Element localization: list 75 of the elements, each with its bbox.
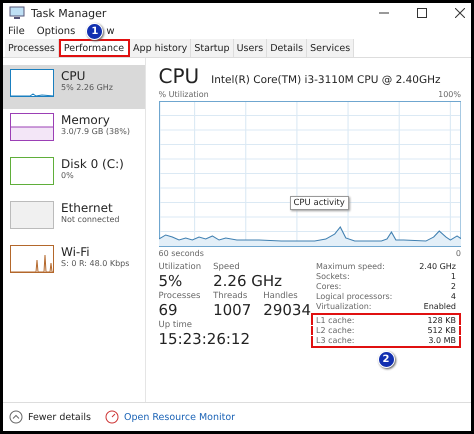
mini-graph xyxy=(10,113,54,141)
sidebar-item-detail: 5% 2.26 GHz xyxy=(61,83,114,92)
sidebar-item-name: Wi-Fi xyxy=(61,245,91,259)
sidebar-item-detail: 0% xyxy=(61,171,75,180)
spec-label: Virtualization: xyxy=(316,302,372,311)
spec-label: L1 cache: xyxy=(316,316,354,325)
spec-value: 3.0 MB xyxy=(428,336,456,345)
stat-value: 69 xyxy=(158,301,179,320)
tab[interactable]: Processes xyxy=(5,39,59,57)
spec-label: L2 cache: xyxy=(316,326,354,335)
step-badge: 2 xyxy=(378,351,394,368)
mini-graph xyxy=(10,245,54,273)
monitor-icon xyxy=(9,6,25,20)
stat-label: Processes xyxy=(158,291,202,301)
close-icon[interactable] xyxy=(455,8,465,18)
stat-value: 15:23:26:12 xyxy=(158,330,252,349)
stat-label: Utilization xyxy=(158,262,202,272)
spec-label: L3 cache: xyxy=(316,336,354,345)
stat-value: 2.26 GHz xyxy=(213,272,284,291)
tab[interactable]: Services xyxy=(307,39,354,57)
tab[interactable]: App history xyxy=(130,39,192,57)
gauge-icon xyxy=(104,410,119,424)
menu-item[interactable]: w xyxy=(105,26,116,36)
spec-label: Logical processors: xyxy=(316,292,392,301)
spec-value: 2 xyxy=(450,282,456,291)
stat-value: 1007 xyxy=(213,301,252,320)
stat-label: Threads xyxy=(213,291,248,301)
maximize-icon[interactable] xyxy=(417,8,427,18)
stat-label: Handles xyxy=(263,291,299,301)
spec-value: 512 KB xyxy=(427,326,456,335)
tab[interactable]: Details xyxy=(267,39,308,57)
sidebar-item-detail: Not connected xyxy=(61,215,120,224)
chevron-up-icon xyxy=(9,410,23,424)
sidebar-item-name: Disk 0 (C:) xyxy=(61,157,124,171)
sidebar-item-detail: 3.0/7.9 GB (38%) xyxy=(61,127,130,136)
graph-axis-label: % Utilization xyxy=(158,90,209,99)
mini-graph xyxy=(10,69,54,97)
spec-value: 1 xyxy=(450,272,456,281)
spec-label: Maximum speed: xyxy=(316,262,385,271)
tab[interactable]: Performance xyxy=(58,39,130,57)
spec-label: Cores: xyxy=(316,282,342,291)
stat-value: 29034 xyxy=(263,301,311,320)
graph-axis-label: 100% xyxy=(438,90,461,99)
sidebar-item-name: Memory xyxy=(61,113,111,127)
sidebar-item[interactable]: CPU 5% 2.26 GHz xyxy=(3,65,144,109)
spec-value: 128 KB xyxy=(427,316,456,325)
fewer-details-button[interactable]: Fewer details xyxy=(9,410,91,424)
step-badge: 1 xyxy=(86,22,104,40)
spec-value: 2.40 GHz xyxy=(419,262,456,271)
sidebar-item[interactable]: Memory 3.0/7.9 GB (38%) xyxy=(3,109,144,153)
graph-axis-label: 0 xyxy=(456,249,461,258)
sidebar-item-name: CPU xyxy=(61,69,86,83)
graph-axis-label: 60 seconds xyxy=(158,249,204,258)
resource-monitor-link[interactable]: Open Resource Monitor xyxy=(104,410,236,424)
stat-label: Up time xyxy=(158,320,194,330)
sidebar-item-name: Ethernet xyxy=(61,201,114,215)
menu-item[interactable]: Options xyxy=(36,26,76,36)
window-title: Task Manager xyxy=(31,6,106,20)
spec-label: Sockets: xyxy=(316,272,350,281)
sidebar-item[interactable]: Disk 0 (C:) 0% xyxy=(3,153,144,197)
mini-graph xyxy=(10,157,54,185)
cpu-model: Intel(R) Core(TM) i3-3110M CPU @ 2.40GHz xyxy=(211,74,441,86)
sidebar-item-detail: S: 0 R: 48.0 Kbps xyxy=(61,259,130,268)
panel-title: CPU xyxy=(158,64,200,88)
spec-value: Enabled xyxy=(424,302,456,311)
sidebar-item[interactable]: Ethernet Not connected xyxy=(3,197,144,241)
menu-item[interactable]: File xyxy=(7,26,26,36)
stat-value: 5% xyxy=(158,272,184,291)
tooltip: CPU activity xyxy=(290,196,349,210)
spec-value: 4 xyxy=(450,292,456,301)
tab[interactable]: Startup xyxy=(191,39,234,57)
mini-graph xyxy=(10,201,54,229)
stat-label: Speed xyxy=(213,262,241,272)
sidebar-item[interactable]: Wi-Fi S: 0 R: 48.0 Kbps xyxy=(3,241,144,285)
tab[interactable]: Users xyxy=(234,39,268,57)
